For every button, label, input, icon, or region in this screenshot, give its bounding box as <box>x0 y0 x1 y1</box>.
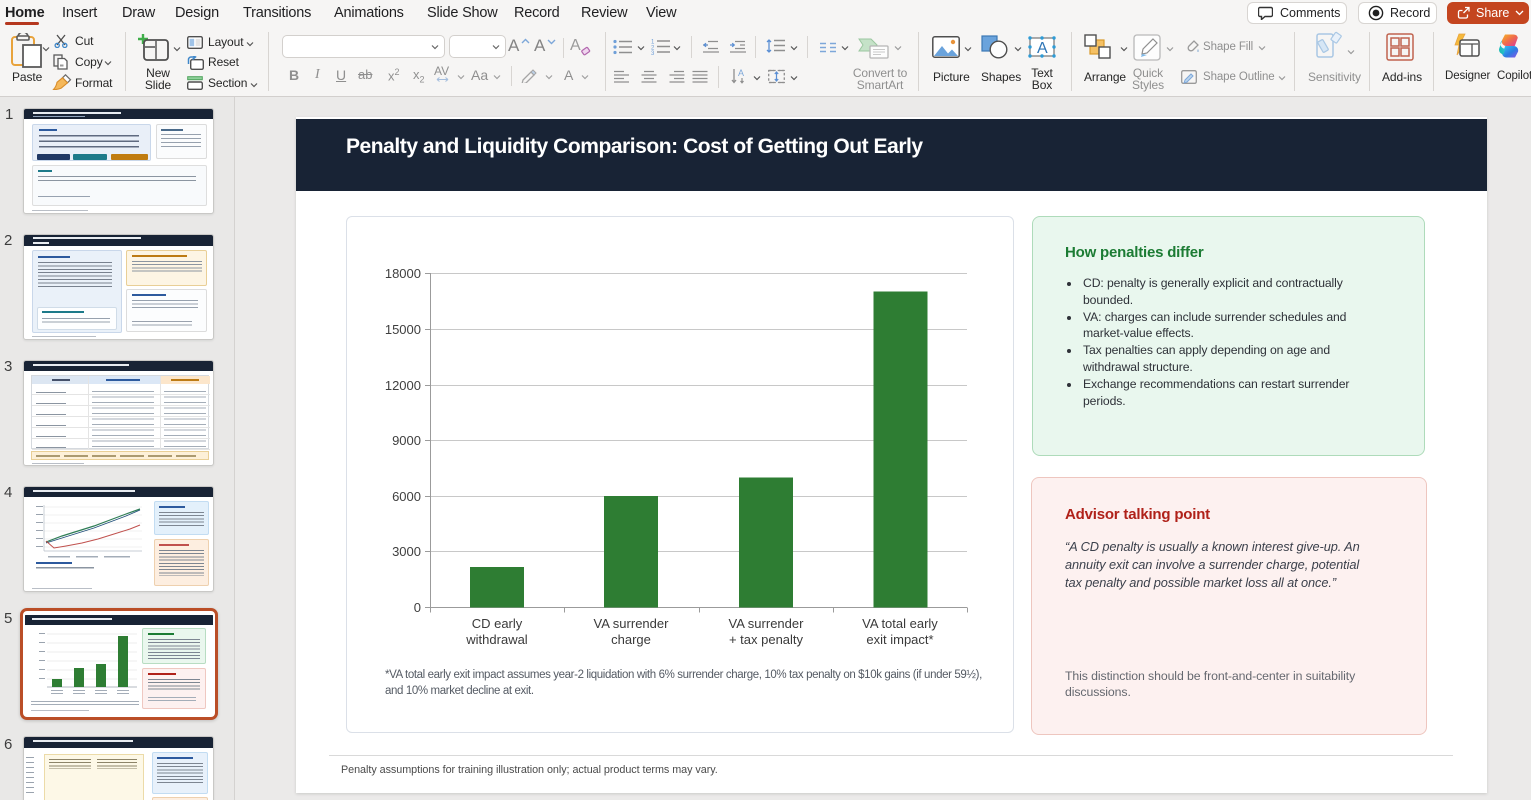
svg-text:exit impact*: exit impact* <box>866 632 933 647</box>
svg-text:VA surrender: VA surrender <box>594 616 670 631</box>
svg-text:15000: 15000 <box>385 322 421 337</box>
svg-text:0: 0 <box>414 600 421 615</box>
svg-text:6000: 6000 <box>392 489 421 504</box>
svg-text:+ tax penalty: + tax penalty <box>729 632 804 647</box>
svg-text:18000: 18000 <box>385 266 421 281</box>
svg-text:12000: 12000 <box>385 378 421 393</box>
svg-text:charge: charge <box>611 632 651 647</box>
svg-text:withdrawal: withdrawal <box>465 632 528 647</box>
svg-text:3: 3 <box>651 51 655 55</box>
svg-text:VA total early: VA total early <box>862 616 938 631</box>
svg-text:CD early: CD early <box>472 616 523 631</box>
svg-text:3000: 3000 <box>392 544 421 559</box>
svg-text:VA surrender: VA surrender <box>729 616 805 631</box>
svg-text:A: A <box>738 68 744 78</box>
svg-text:9000: 9000 <box>392 433 421 448</box>
